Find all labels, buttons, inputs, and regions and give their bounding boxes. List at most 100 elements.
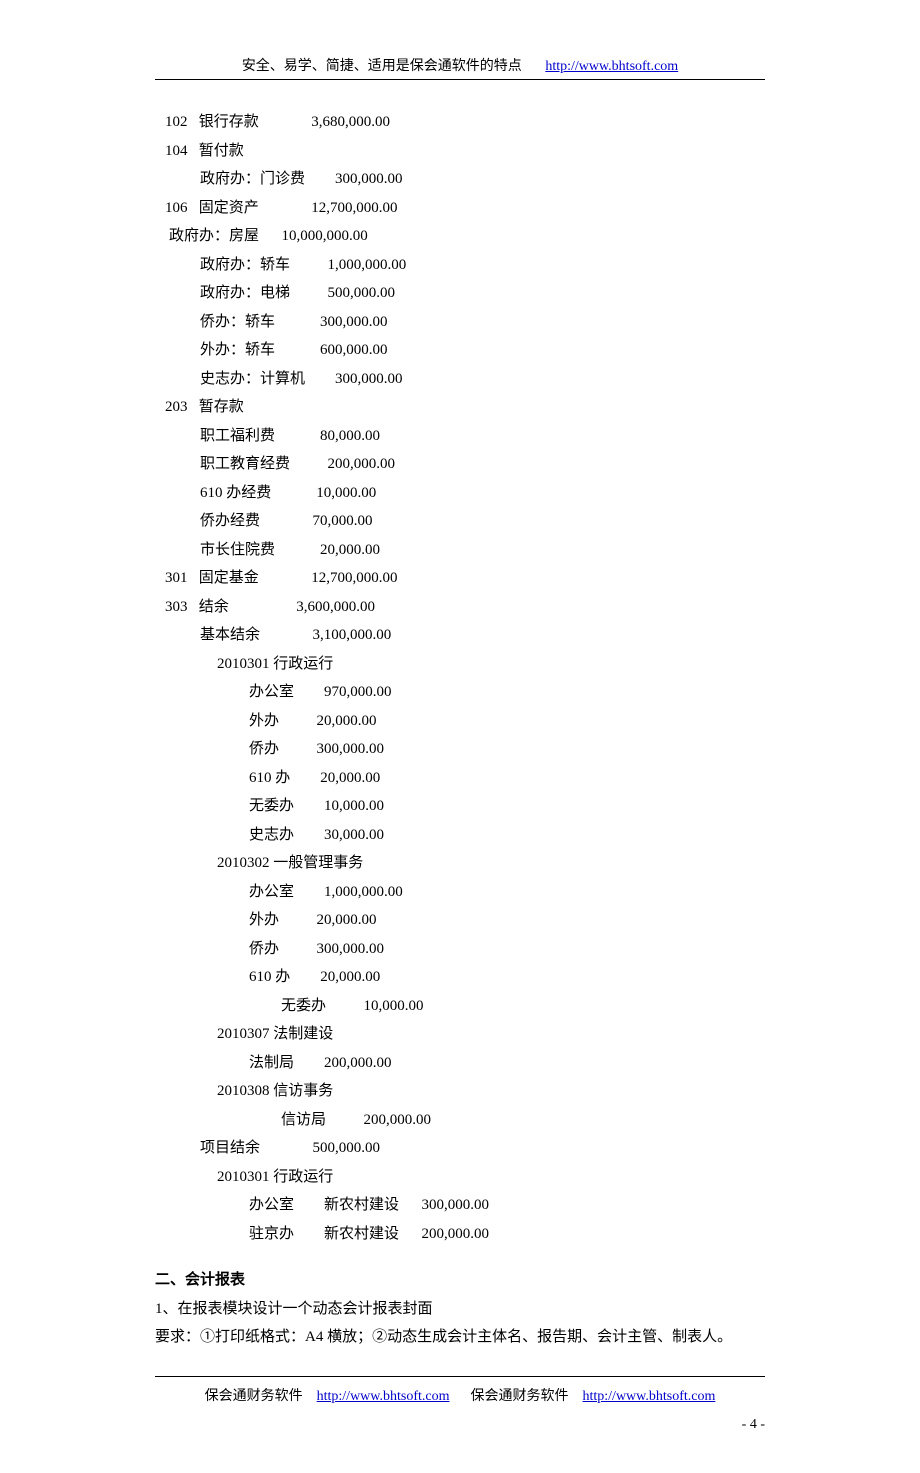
account-label: 203 暂存款 xyxy=(165,393,244,422)
account-label: 102 银行存款 xyxy=(165,108,259,137)
account-label: 2010301 行政运行 xyxy=(217,1163,333,1192)
account-label: 303 结余 xyxy=(165,593,229,622)
section2-title: 二、会计报表 xyxy=(155,1266,765,1295)
account-amount: 300,000.00 xyxy=(320,308,388,337)
page-footer: 保会通财务软件 http://www.bhtsoft.com 保会通财务软件 h… xyxy=(155,1385,765,1405)
account-label: 办公室 xyxy=(249,1191,294,1220)
page-header: 安全、易学、简捷、适用是保会通软件的特点 http://www.bhtsoft.… xyxy=(155,55,765,75)
account-amount: 80,000.00 xyxy=(320,422,380,451)
section2-line2: 要求：①打印纸格式：A4 横放；②动态生成会计主体名、报告期、会计主管、制表人。 xyxy=(155,1323,765,1352)
account-label: 2010307 法制建设 xyxy=(217,1020,333,1049)
account-row: 2010307 法制建设 xyxy=(155,1020,765,1049)
account-row: 外办：轿车 600,000.00 xyxy=(155,336,765,365)
account-row: 侨办 300,000.00 xyxy=(155,735,765,764)
account-label: 侨办 xyxy=(249,735,279,764)
account-row: 驻京办 新农村建设 200,000.00 xyxy=(155,1220,765,1249)
account-label: 史志办 xyxy=(249,821,294,850)
account-extra: 300,000.00 xyxy=(422,1191,490,1220)
account-amount: 70,000.00 xyxy=(313,507,373,536)
account-amount: 3,680,000.00 xyxy=(311,108,390,137)
header-link[interactable]: http://www.bhtsoft.com xyxy=(545,59,678,74)
account-row: 外办 20,000.00 xyxy=(155,707,765,736)
account-label: 政府办：房屋 xyxy=(169,222,259,251)
account-label: 史志办：计算机 xyxy=(200,365,305,394)
account-amount: 12,700,000.00 xyxy=(311,194,397,223)
footer-link2[interactable]: http://www.bhtsoft.com xyxy=(583,1389,716,1404)
account-amount: 10,000.00 xyxy=(316,479,376,508)
account-label: 侨办：轿车 xyxy=(200,308,275,337)
account-row: 史志办：计算机 300,000.00 xyxy=(155,365,765,394)
section2-line1: 1、在报表模块设计一个动态会计报表封面 xyxy=(155,1295,765,1324)
account-amount: 20,000.00 xyxy=(320,963,380,992)
account-row: 项目结余 500,000.00 xyxy=(155,1134,765,1163)
account-row: 303 结余 3,600,000.00 xyxy=(155,593,765,622)
account-row: 102 银行存款 3,680,000.00 xyxy=(155,108,765,137)
account-row: 职工福利费 80,000.00 xyxy=(155,422,765,451)
footer-divider xyxy=(155,1376,765,1377)
account-label: 政府办：轿车 xyxy=(200,251,290,280)
account-label: 301 固定基金 xyxy=(165,564,259,593)
account-amount: 新农村建设 xyxy=(324,1220,399,1249)
account-amount: 200,000.00 xyxy=(364,1106,432,1135)
footer-text1: 保会通财务软件 xyxy=(205,1389,303,1404)
account-label: 610 办经费 xyxy=(200,479,271,508)
account-row: 203 暂存款 xyxy=(155,393,765,422)
account-amount: 20,000.00 xyxy=(317,906,377,935)
account-label: 106 固定资产 xyxy=(165,194,259,223)
account-label: 2010308 信访事务 xyxy=(217,1077,333,1106)
account-row: 办公室 1,000,000.00 xyxy=(155,878,765,907)
account-row: 办公室 970,000.00 xyxy=(155,678,765,707)
account-amount: 300,000.00 xyxy=(317,735,385,764)
account-label: 610 办 xyxy=(249,963,290,992)
account-amount: 20,000.00 xyxy=(320,536,380,565)
account-amount: 20,000.00 xyxy=(317,707,377,736)
account-label: 610 办 xyxy=(249,764,290,793)
account-extra: 200,000.00 xyxy=(422,1220,490,1249)
account-row: 政府办：轿车 1,000,000.00 xyxy=(155,251,765,280)
account-row: 无委办 10,000.00 xyxy=(155,992,765,1021)
account-row: 市长住院费 20,000.00 xyxy=(155,536,765,565)
account-label: 2010302 一般管理事务 xyxy=(217,849,363,878)
footer-text2: 保会通财务软件 xyxy=(471,1389,569,1404)
account-label: 市长住院费 xyxy=(200,536,275,565)
account-amount: 1,000,000.00 xyxy=(324,878,403,907)
account-amount: 12,700,000.00 xyxy=(311,564,397,593)
account-row: 106 固定资产 12,700,000.00 xyxy=(155,194,765,223)
account-amount: 3,100,000.00 xyxy=(313,621,392,650)
account-label: 办公室 xyxy=(249,678,294,707)
account-amount: 200,000.00 xyxy=(328,450,396,479)
account-label: 侨办经费 xyxy=(200,507,260,536)
account-amount: 10,000.00 xyxy=(324,792,384,821)
account-amount: 600,000.00 xyxy=(320,336,388,365)
account-row: 政府办：门诊费 300,000.00 xyxy=(155,165,765,194)
account-amount: 300,000.00 xyxy=(335,365,403,394)
page-number: - 4 - xyxy=(155,1417,765,1433)
account-label: 驻京办 xyxy=(249,1220,294,1249)
account-row: 史志办 30,000.00 xyxy=(155,821,765,850)
account-row: 104 暂付款 xyxy=(155,137,765,166)
account-row: 侨办经费 70,000.00 xyxy=(155,507,765,536)
account-row: 职工教育经费 200,000.00 xyxy=(155,450,765,479)
account-label: 外办：轿车 xyxy=(200,336,275,365)
account-label: 无委办 xyxy=(281,992,326,1021)
account-label: 办公室 xyxy=(249,878,294,907)
account-label: 无委办 xyxy=(249,792,294,821)
account-amount: 30,000.00 xyxy=(324,821,384,850)
account-row: 政府办：房屋 10,000,000.00 xyxy=(155,222,765,251)
account-amount: 20,000.00 xyxy=(320,764,380,793)
account-row: 法制局 200,000.00 xyxy=(155,1049,765,1078)
account-row: 610 办 20,000.00 xyxy=(155,963,765,992)
account-row: 侨办 300,000.00 xyxy=(155,935,765,964)
account-label: 外办 xyxy=(249,906,279,935)
account-row: 信访局 200,000.00 xyxy=(155,1106,765,1135)
account-label: 104 暂付款 xyxy=(165,137,244,166)
account-amount: 1,000,000.00 xyxy=(328,251,407,280)
accounts-list: 102 银行存款 3,680,000.00104 暂付款政府办：门诊费 300,… xyxy=(155,108,765,1248)
account-row: 2010308 信访事务 xyxy=(155,1077,765,1106)
account-amount: 10,000,000.00 xyxy=(282,222,368,251)
account-label: 法制局 xyxy=(249,1049,294,1078)
header-divider xyxy=(155,79,765,80)
footer-link1[interactable]: http://www.bhtsoft.com xyxy=(317,1389,450,1404)
account-amount: 300,000.00 xyxy=(317,935,385,964)
header-text: 安全、易学、简捷、适用是保会通软件的特点 xyxy=(242,59,522,74)
